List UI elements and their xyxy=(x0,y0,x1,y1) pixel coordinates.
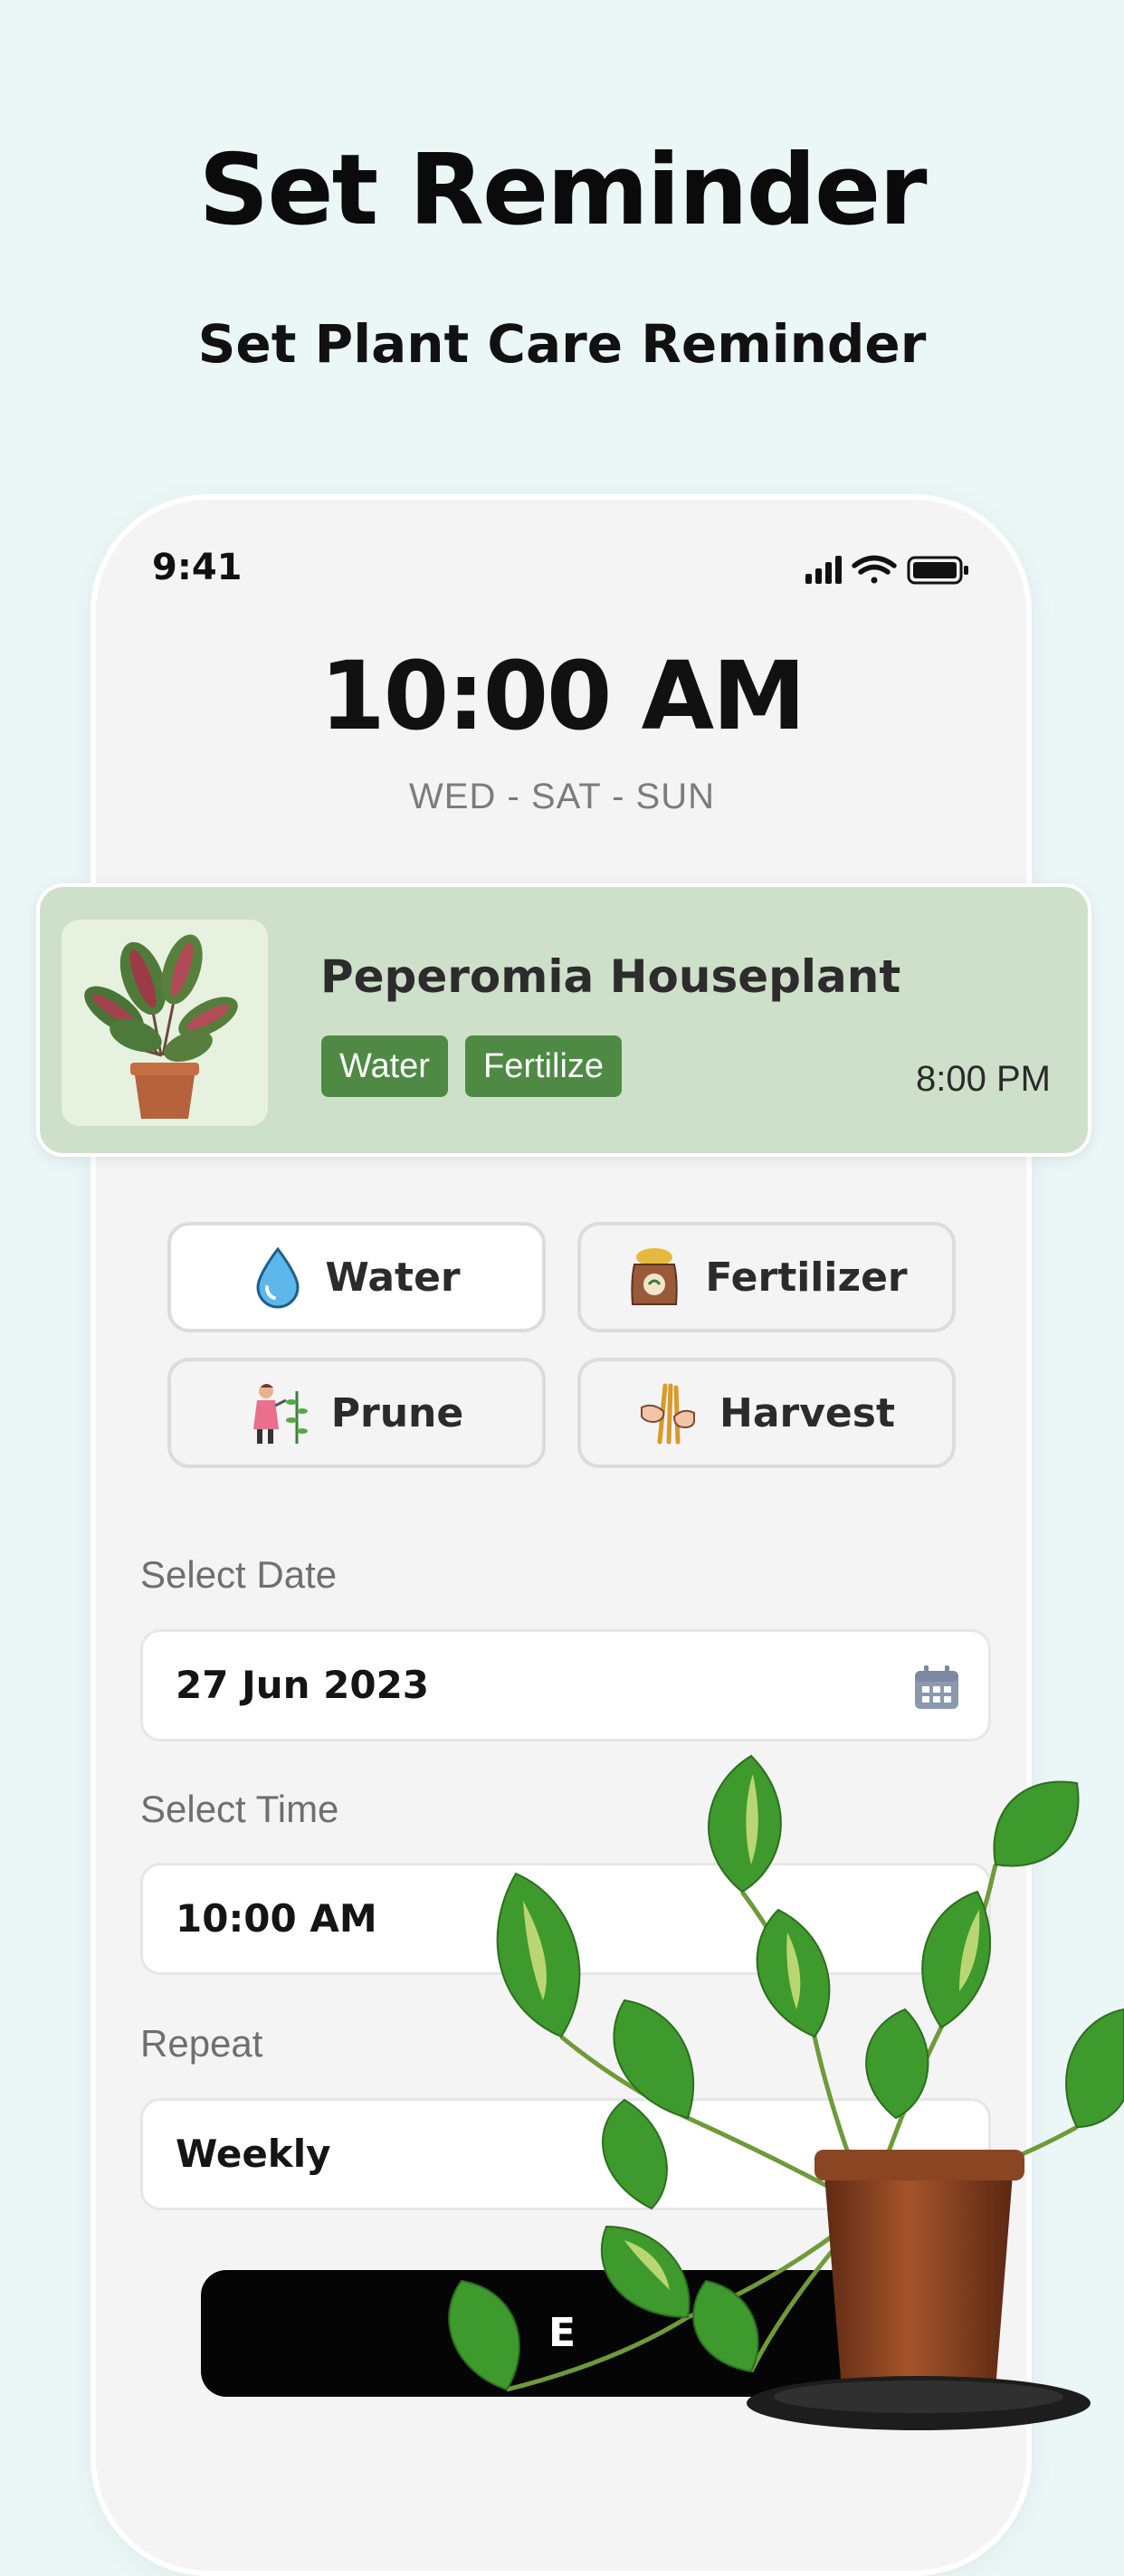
tag-fertilize: Fertilize xyxy=(465,1035,623,1097)
select-date-label: Select Date xyxy=(140,1553,338,1596)
status-icons xyxy=(805,555,968,585)
battery-icon xyxy=(907,556,968,585)
date-value: 27 Jun 2023 xyxy=(176,1663,430,1707)
reminder-time: 10:00 AM xyxy=(319,641,805,751)
fertilizer-bag-icon xyxy=(631,1248,679,1305)
gardener-pruning-icon xyxy=(252,1384,308,1444)
repeat-value: Weekly xyxy=(176,2132,331,2176)
repeat-label: Repeat xyxy=(140,2022,263,2065)
page-headline: Set Reminder xyxy=(198,134,928,247)
harvest-label: Harvest xyxy=(719,1389,895,1436)
calendar-icon[interactable] xyxy=(912,1663,961,1712)
harvest-button[interactable]: Harvest xyxy=(577,1358,956,1468)
fertilizer-label: Fertilizer xyxy=(705,1254,908,1301)
prune-label: Prune xyxy=(330,1389,464,1436)
water-drop-icon xyxy=(256,1246,300,1309)
signal-icon xyxy=(805,556,842,584)
wifi-icon xyxy=(852,555,897,584)
status-time: 9:41 xyxy=(152,547,243,588)
plant-card-time: 8:00 PM xyxy=(916,1059,1051,1099)
water-label: Water xyxy=(325,1254,461,1301)
prayer-plant-photo xyxy=(84,934,238,1119)
select-time-label: Select Time xyxy=(140,1788,339,1830)
page-subheadline: Set Plant Care Reminder xyxy=(197,313,927,375)
water-button[interactable]: Water xyxy=(167,1222,546,1332)
date-field[interactable]: 27 Jun 2023 xyxy=(140,1629,991,1741)
prune-button[interactable]: Prune xyxy=(167,1358,546,1468)
harvest-hands-icon xyxy=(641,1383,696,1445)
plant-name: Peperomia Houseplant xyxy=(320,950,901,1003)
pothos-plant-image xyxy=(448,1754,1124,2430)
fertilizer-button[interactable]: Fertilizer xyxy=(577,1222,956,1332)
reminder-days: WED - SAT - SUN xyxy=(409,777,715,816)
tag-water: Water xyxy=(321,1035,448,1097)
time-value: 10:00 AM xyxy=(176,1896,377,1941)
plant-thumbnail xyxy=(62,920,268,1126)
